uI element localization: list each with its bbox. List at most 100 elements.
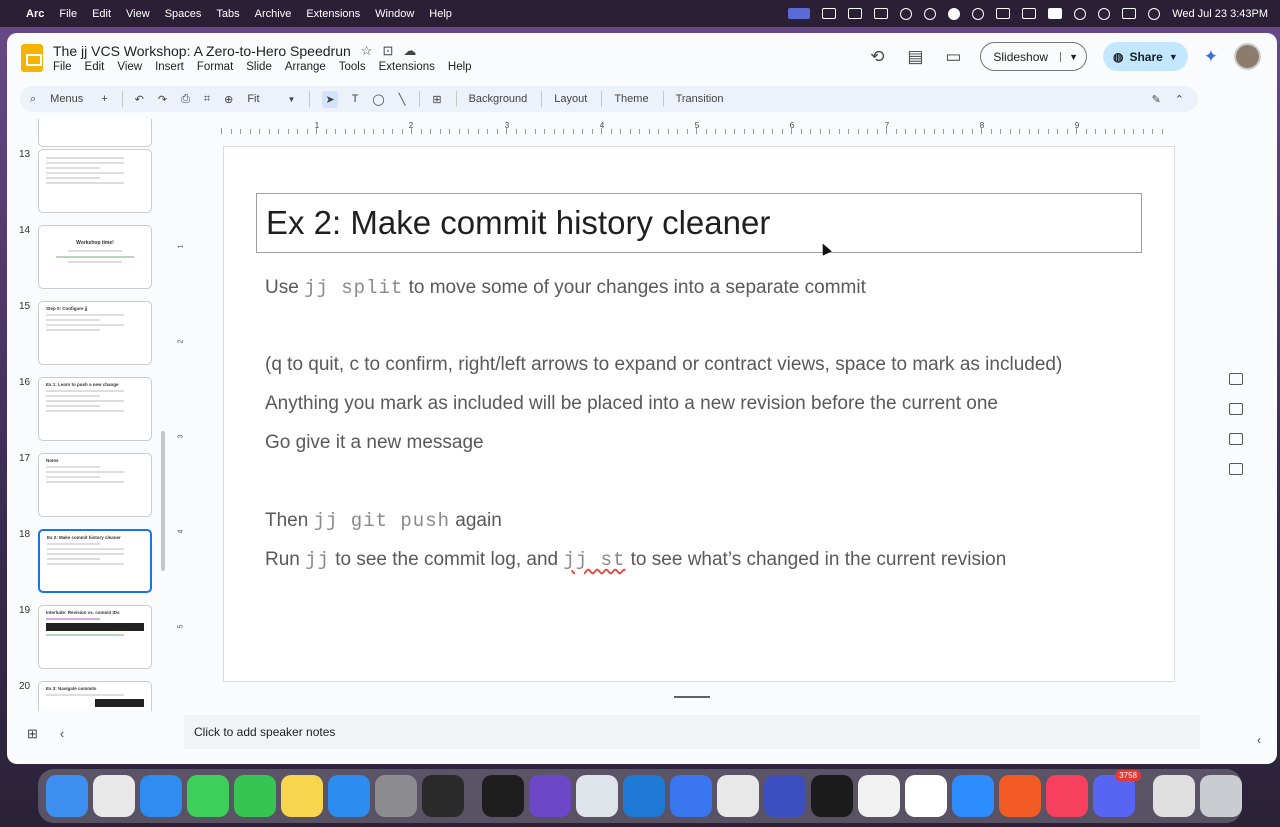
menu-window[interactable]: Window xyxy=(375,8,414,20)
tasks-icon[interactable] xyxy=(1229,433,1243,445)
menu-tabs[interactable]: Tabs xyxy=(216,8,239,20)
speaker-notes-area[interactable]: Click to add speaker notes xyxy=(184,715,1200,749)
control-center-icon[interactable] xyxy=(1122,8,1137,19)
grid-view-icon[interactable]: ⊞ xyxy=(27,726,38,742)
menu-file[interactable]: File xyxy=(59,8,77,20)
select-tool-icon[interactable]: ➤ xyxy=(322,90,338,108)
body-line-keys[interactable]: (q to quit, c to confirm, right/left arr… xyxy=(265,354,1062,376)
menu-help[interactable]: Help xyxy=(429,8,452,20)
meet-camera-icon[interactable]: ▭ xyxy=(942,47,964,67)
contacts-icon[interactable] xyxy=(1229,463,1243,475)
slide-thumbnail[interactable] xyxy=(38,119,152,147)
menu-view[interactable]: View xyxy=(126,8,150,20)
focus-icon[interactable] xyxy=(924,7,937,20)
globe-icon[interactable] xyxy=(900,7,913,20)
search-menus-label[interactable]: Menus xyxy=(50,93,83,105)
pen-mode-icon[interactable]: ✎ xyxy=(1152,93,1161,106)
horizontal-ruler[interactable]: 1 2 3 4 5 6 7 8 9 xyxy=(221,121,1201,135)
version-history-icon[interactable]: ⟲ xyxy=(866,47,888,67)
google-slides-logo-icon[interactable] xyxy=(21,44,43,72)
gemini-sparkle-icon[interactable]: ✦ xyxy=(1204,47,1218,67)
notes-resize-handle[interactable] xyxy=(674,696,710,698)
text-box-icon[interactable]: T xyxy=(352,93,359,105)
zoom-select[interactable]: Fit xyxy=(247,93,259,105)
notes-icon[interactable] xyxy=(281,775,323,817)
notion-icon[interactable] xyxy=(905,775,947,817)
star-icon[interactable]: ☆ xyxy=(361,43,373,59)
print-icon[interactable]: ⎙ xyxy=(181,93,190,106)
signal-icon[interactable] xyxy=(670,775,712,817)
menubar-clock[interactable]: Wed Jul 23 3:43PM xyxy=(1172,8,1268,20)
menu-edit[interactable]: Edit xyxy=(92,8,111,20)
background-button[interactable]: Background xyxy=(469,93,528,105)
docs-menu-tools[interactable]: Tools xyxy=(339,61,366,73)
chevron-left-icon[interactable]: ‹ xyxy=(1257,733,1261,747)
body-line-message[interactable]: Go give it a new message xyxy=(265,432,484,454)
window-icon[interactable] xyxy=(996,8,1011,19)
theme-button[interactable]: Theme xyxy=(614,93,648,105)
comments-icon[interactable]: ▤ xyxy=(904,47,926,67)
docs-menu-arrange[interactable]: Arrange xyxy=(285,61,326,73)
moon-icon[interactable] xyxy=(972,7,985,20)
slide-thumbnail[interactable] xyxy=(38,149,152,213)
vscode-icon[interactable] xyxy=(623,775,665,817)
docs-menu-slide[interactable]: Slide xyxy=(246,61,272,73)
move-folder-icon[interactable]: ⊡ xyxy=(382,43,393,59)
brave-icon[interactable] xyxy=(999,775,1041,817)
siri-icon[interactable] xyxy=(1148,7,1161,20)
archive-utility-icon[interactable] xyxy=(1153,775,1195,817)
chrome-icon[interactable] xyxy=(717,775,759,817)
status-app-icon[interactable] xyxy=(822,8,837,19)
body-line-included[interactable]: Anything you mark as included will be pl… xyxy=(265,393,998,415)
user-avatar[interactable] xyxy=(1234,43,1261,70)
calendar-icon[interactable] xyxy=(1229,373,1243,385)
paint-format-icon[interactable]: ⌗ xyxy=(204,93,210,106)
slide-canvas[interactable]: Ex 2: Make commit history cleaner Use jj… xyxy=(223,146,1175,682)
music-icon[interactable] xyxy=(1046,775,1088,817)
zoom-icon[interactable]: ⊕ xyxy=(224,93,233,106)
affinity-icon[interactable] xyxy=(764,775,806,817)
facetime-icon[interactable] xyxy=(234,775,276,817)
slide-thumbnail[interactable]: Notes xyxy=(38,453,152,517)
safari-icon[interactable] xyxy=(140,775,182,817)
shape-icon[interactable]: ◯ xyxy=(372,93,384,106)
slide-thumbnail[interactable]: Ex 1: Learn to push a new change xyxy=(38,377,152,441)
slideshow-label[interactable]: Slideshow xyxy=(981,50,1060,64)
docs-menu-edit[interactable]: Edit xyxy=(85,61,105,73)
docs-menu-insert[interactable]: Insert xyxy=(155,61,184,73)
chevron-down-icon[interactable]: ▼ xyxy=(1060,51,1086,62)
scope-app-icon[interactable] xyxy=(576,775,618,817)
zoom-dropdown-icon[interactable]: ▼ xyxy=(288,95,296,104)
body-line-log[interactable]: Run jj to see the commit log, and jj st … xyxy=(265,549,1006,571)
slide-thumbnail[interactable]: Ex 3: Navigate commits xyxy=(38,681,152,711)
redo-icon[interactable]: ↷ xyxy=(158,93,167,106)
docs-menu-help[interactable]: Help xyxy=(448,61,472,73)
finder-icon[interactable] xyxy=(46,775,88,817)
record-icon[interactable] xyxy=(948,7,961,20)
share-button[interactable]: ◍ Share ▼ xyxy=(1102,42,1188,71)
slide-thumbnail[interactable]: Workshop time! xyxy=(38,225,152,289)
trash-icon[interactable] xyxy=(1200,775,1242,817)
zoom-icon[interactable] xyxy=(952,775,994,817)
line-icon[interactable]: ╲ xyxy=(399,93,406,106)
launchpad-icon[interactable] xyxy=(93,775,135,817)
battery-icon[interactable] xyxy=(1048,8,1063,19)
keep-icon[interactable] xyxy=(1229,403,1243,415)
system-settings-icon[interactable] xyxy=(375,775,417,817)
screen-record-icon[interactable] xyxy=(788,8,811,19)
layout-button[interactable]: Layout xyxy=(554,93,587,105)
docs-menu-format[interactable]: Format xyxy=(197,61,233,73)
collapse-filmstrip-icon[interactable]: ‹ xyxy=(60,726,64,742)
comment-add-icon[interactable]: ⊞ xyxy=(432,93,441,106)
docs-menu-extensions[interactable]: Extensions xyxy=(379,61,435,73)
textedit-icon[interactable] xyxy=(858,775,900,817)
figma-status-icon[interactable] xyxy=(874,8,889,19)
menu-app-name[interactable]: Arc xyxy=(26,8,44,20)
wifi-icon[interactable] xyxy=(1074,7,1087,20)
docs-menu-view[interactable]: View xyxy=(117,61,142,73)
slide-thumbnail[interactable]: Interlude: Revision vs. commit IDs xyxy=(38,605,152,669)
menu-extensions[interactable]: Extensions xyxy=(306,8,360,20)
zoom-status-icon[interactable] xyxy=(848,8,863,19)
slide-thumbnail[interactable]: Step 0: Configure jj xyxy=(38,301,152,365)
filmstrip-scrollbar[interactable] xyxy=(161,431,165,571)
